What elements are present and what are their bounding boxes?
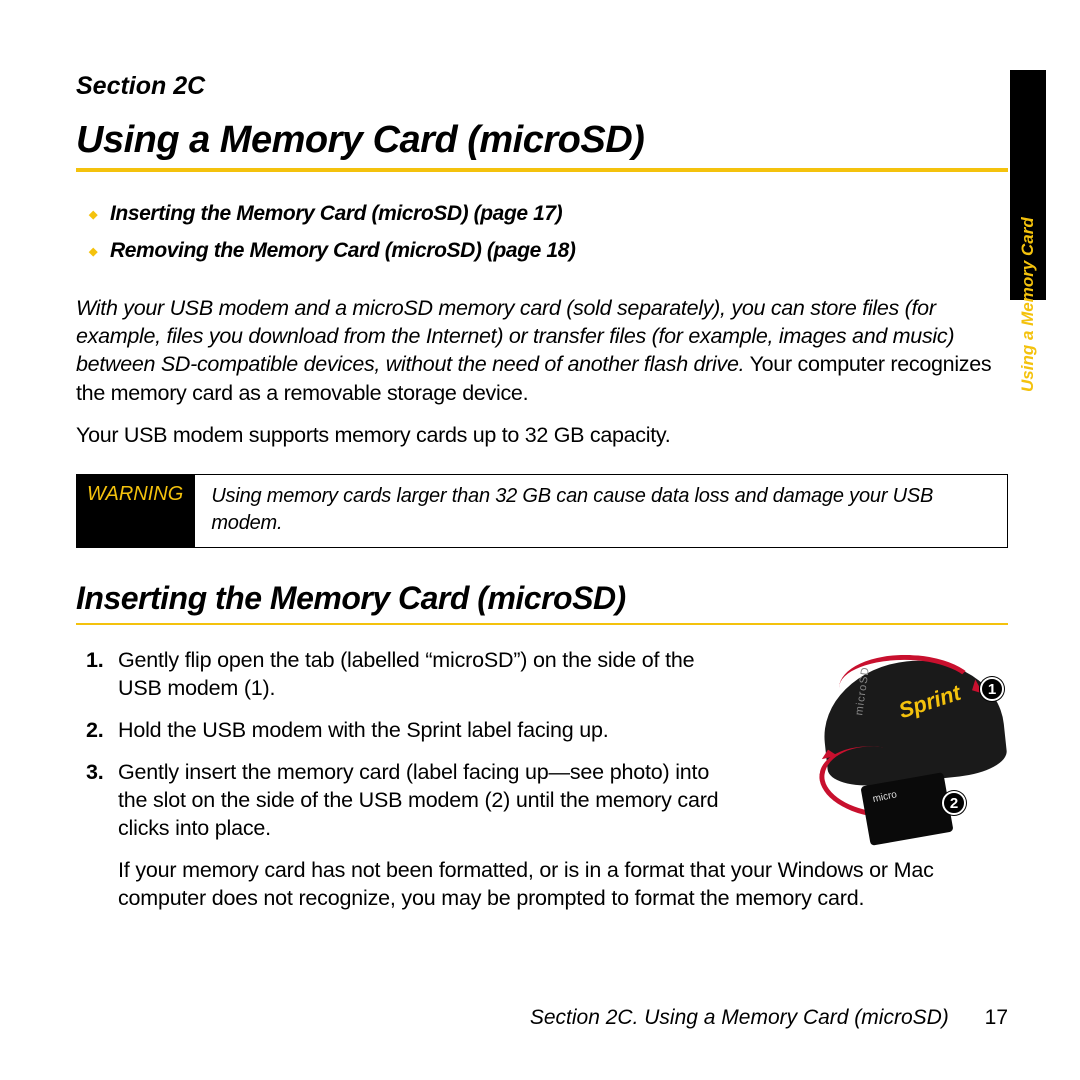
page-footer: Section 2C. Using a Memory Card (microSD… xyxy=(530,1006,1008,1030)
side-tab-label: Using a Memory Card xyxy=(1018,172,1038,392)
steps-list: 1. Gently flip open the tab (labelled “m… xyxy=(76,647,1008,913)
step-text: Gently flip open the tab (labelled “micr… xyxy=(118,647,738,703)
toc-item[interactable]: Inserting the Memory Card (microSD) (pag… xyxy=(76,196,1008,233)
steps-area: Sprint microSD micro 1 2 1. Gently flip … xyxy=(76,647,1008,913)
section-label: Section 2C xyxy=(76,72,1008,101)
subheading: Inserting the Memory Card (microSD) xyxy=(76,580,1008,617)
step-text: Gently insert the memory card (label fac… xyxy=(118,759,738,843)
step-number: 3. xyxy=(86,759,104,787)
step-number: 2. xyxy=(86,717,104,745)
step-item: 2. Hold the USB modem with the Sprint la… xyxy=(76,717,1008,745)
intro-paragraph: With your USB modem and a microSD memory… xyxy=(76,294,1008,408)
toc-item[interactable]: Removing the Memory Card (microSD) (page… xyxy=(76,233,1008,270)
step-continuation: If your memory card has not been formatt… xyxy=(76,857,1008,913)
warning-text: Using memory cards larger than 32 GB can… xyxy=(195,475,1007,547)
step-text: If your memory card has not been formatt… xyxy=(118,857,1008,913)
capacity-note: Your USB modem supports memory cards up … xyxy=(76,423,1008,448)
page-title: Using a Memory Card (microSD) xyxy=(76,119,1008,162)
warning-label: WARNING xyxy=(77,475,195,547)
warning-box: WARNING Using memory cards larger than 3… xyxy=(76,474,1008,548)
title-rule xyxy=(76,168,1008,172)
step-item: 3. Gently insert the memory card (label … xyxy=(76,759,1008,843)
step-number: 1. xyxy=(86,647,104,675)
toc-list: Inserting the Memory Card (microSD) (pag… xyxy=(76,196,1008,270)
step-text: Hold the USB modem with the Sprint label… xyxy=(118,717,738,745)
sub-rule xyxy=(76,623,1008,625)
footer-text: Section 2C. Using a Memory Card (microSD… xyxy=(530,1006,949,1029)
page-number: 17 xyxy=(985,1006,1008,1029)
step-item: 1. Gently flip open the tab (labelled “m… xyxy=(76,647,1008,703)
side-tab: Using a Memory Card xyxy=(1010,70,1046,300)
